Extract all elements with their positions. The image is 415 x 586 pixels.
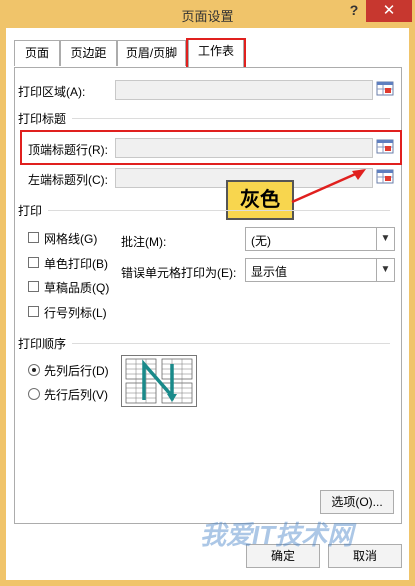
comments-label: 批注(M):	[121, 235, 167, 249]
over-then-down-radio[interactable]	[28, 388, 40, 400]
top-rows-field[interactable]	[115, 138, 373, 158]
tab-highlight-box	[186, 38, 246, 69]
down-then-over-label: 先列后行(D)	[44, 364, 109, 378]
page-setup-dialog: 页面设置 ? ✕ 页面 页边距 页眉/页脚 工作表 打印区域(A): 打印标题 …	[0, 0, 415, 586]
print-order-heading: 打印顺序	[18, 337, 67, 351]
separator	[48, 210, 390, 211]
range-select-icon[interactable]	[376, 80, 394, 98]
left-cols-label: 左端标题列(C):	[28, 173, 108, 187]
watermark: 我爱IT技术网	[200, 520, 354, 550]
down-then-over-radio[interactable]	[28, 364, 40, 376]
print-order-preview-icon	[121, 355, 197, 407]
tab-margins[interactable]: 页边距	[60, 40, 117, 66]
title-bar: 页面设置 ? ✕	[0, 0, 415, 28]
help-button[interactable]: ?	[346, 2, 362, 22]
chevron-down-icon: ▼	[376, 228, 394, 250]
chevron-down-icon: ▼	[376, 259, 394, 281]
draft-checkbox[interactable]	[28, 281, 39, 292]
close-button[interactable]: ✕	[366, 0, 412, 22]
separator	[72, 343, 390, 344]
range-select-icon[interactable]	[376, 138, 394, 156]
rowcol-label: 行号列标(L)	[44, 306, 107, 320]
print-area-field[interactable]	[115, 80, 373, 100]
range-select-icon[interactable]	[376, 168, 394, 186]
gridlines-checkbox[interactable]	[28, 232, 39, 243]
draft-label: 草稿品质(Q)	[44, 281, 110, 295]
comments-value: (无)	[251, 234, 271, 248]
mono-label: 单色打印(B)	[44, 257, 108, 271]
rowcol-checkbox[interactable]	[28, 306, 39, 317]
mono-checkbox[interactable]	[28, 257, 39, 268]
errors-value: 显示值	[251, 265, 288, 279]
separator	[72, 118, 390, 119]
callout-arrow-icon	[291, 169, 366, 204]
print-area-label: 打印区域(A):	[18, 85, 86, 99]
errors-label: 错误单元格打印为(E):	[121, 266, 237, 280]
print-titles-heading: 打印标题	[18, 112, 67, 126]
over-then-down-label: 先行后列(V)	[44, 388, 108, 402]
tab-header-footer[interactable]: 页眉/页脚	[117, 40, 186, 66]
print-heading: 打印	[18, 204, 43, 218]
gray-callout: 灰色	[226, 180, 294, 220]
top-rows-label: 顶端标题行(R):	[28, 143, 108, 157]
gridlines-label: 网格线(G)	[44, 232, 98, 246]
comments-select[interactable]: (无) ▼	[245, 227, 395, 251]
options-button[interactable]: 选项(O)...	[320, 490, 394, 514]
tab-page[interactable]: 页面	[14, 40, 60, 66]
errors-select[interactable]: 显示值 ▼	[245, 258, 395, 282]
